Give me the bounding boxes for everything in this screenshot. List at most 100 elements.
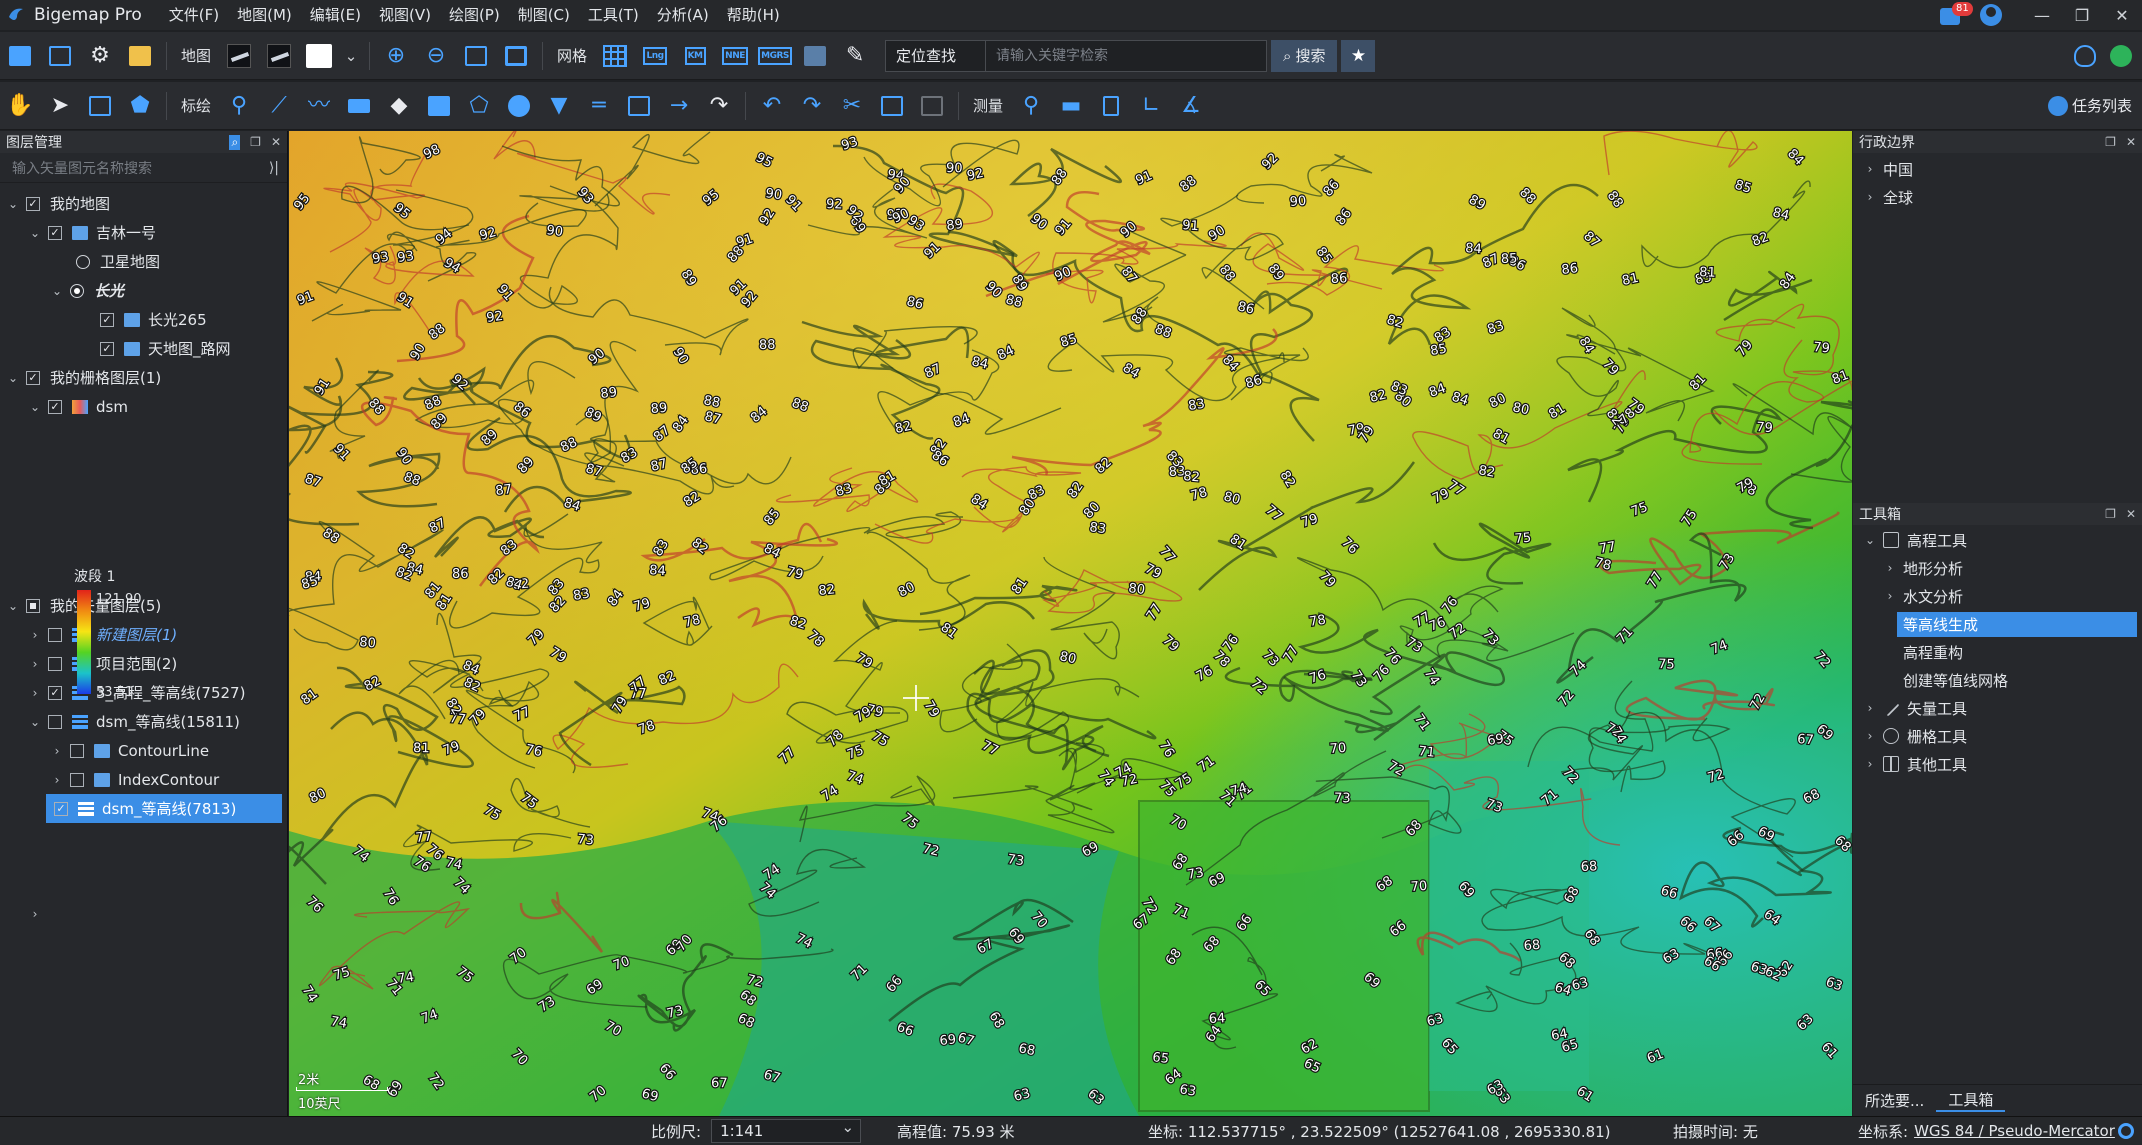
tool-contour-gen[interactable]: 等高线生成 <box>1853 610 2142 638</box>
wechat-icon[interactable] <box>2110 44 2132 67</box>
arrow-icon[interactable]: → <box>664 91 694 121</box>
checkbox[interactable] <box>26 598 40 613</box>
list-icon[interactable] <box>917 91 947 121</box>
checkbox[interactable]: ✓ <box>26 370 40 385</box>
chevron-right-icon[interactable]: › <box>28 686 42 700</box>
nne-grid-icon[interactable]: NNE <box>720 41 750 71</box>
chevron-right-icon[interactable]: › <box>50 773 64 787</box>
chevron-down-icon[interactable]: ⌄ <box>6 197 20 211</box>
chevron-right-icon[interactable]: › <box>28 657 42 671</box>
close-panel-icon[interactable]: ✕ <box>271 135 281 150</box>
measure-azimuth-icon[interactable]: ∡ <box>1176 91 1206 121</box>
checkbox[interactable] <box>48 627 62 642</box>
layer-row-dsm[interactable]: ⌄ ✓ dsm <box>0 392 287 421</box>
eraser-icon[interactable]: ◆ <box>384 91 414 121</box>
tab-toolbox[interactable]: 工具箱 <box>1936 1089 2006 1112</box>
road-line-icon[interactable]: ═ <box>584 91 614 121</box>
radio-button[interactable] <box>70 283 84 298</box>
tool-group-other[interactable]: › 其他工具 <box>1853 750 2142 778</box>
chevron-right-icon[interactable]: › <box>28 628 42 642</box>
polygon-icon[interactable]: ⬠ <box>464 91 494 121</box>
menu-file[interactable]: 文件(F) <box>160 0 228 30</box>
checkbox[interactable] <box>70 743 84 758</box>
open-folder-icon[interactable] <box>5 41 35 71</box>
brush-clear-icon[interactable]: ✎ <box>840 41 870 71</box>
menu-tools[interactable]: 工具(T) <box>579 0 648 30</box>
km-grid-icon[interactable]: KM <box>680 41 710 71</box>
chevron-right-icon[interactable]: › <box>1883 589 1897 603</box>
layer-search-field[interactable]: 输入矢量图元名称搜索 ⟩| <box>0 153 287 183</box>
checkbox[interactable]: ✓ <box>26 196 40 211</box>
restore-button[interactable]: ❐ <box>2062 6 2102 25</box>
chevron-down-icon[interactable]: ⌄ <box>1863 533 1877 547</box>
undo-icon[interactable]: ↶ <box>757 91 787 121</box>
chevron-right-icon[interactable]: › <box>28 907 42 921</box>
close-panel-icon[interactable]: ✕ <box>2126 507 2136 521</box>
redo-icon[interactable]: ↷ <box>797 91 827 121</box>
pan-hand-icon[interactable]: ✋ <box>5 91 35 121</box>
layer-row-dsm-contour-15811[interactable]: ⌄ dsm_等高线(15811) <box>0 707 287 736</box>
keyword-search-input[interactable] <box>986 40 1267 71</box>
curve-arrow-icon[interactable]: ↷ <box>704 91 734 121</box>
settings-gear-icon[interactable] <box>2118 1123 2134 1139</box>
scissors-icon[interactable]: ✂ <box>837 91 867 121</box>
tool-group-raster[interactable]: › 栅格工具 <box>1853 722 2142 750</box>
tool-contour-grid[interactable]: 创建等值线网格 <box>1853 666 2142 694</box>
layer-row-new-layer[interactable]: › 新建图层(1) <box>0 620 287 649</box>
measure-area-icon[interactable] <box>1096 91 1126 121</box>
chevron-down-icon[interactable]: ⌄ <box>28 715 42 729</box>
menu-map[interactable]: 地图(M) <box>228 0 301 30</box>
layer-row-tianditu-road[interactable]: ✓ 天地图_路网 <box>0 334 287 363</box>
node-edit-icon[interactable]: ⬟ <box>125 91 155 121</box>
close-panel-icon[interactable]: ✕ <box>2126 135 2136 149</box>
layer-row-my-map[interactable]: ⌄ ✓ 我的地图 <box>0 189 287 218</box>
layer-row-contour-line[interactable]: › ContourLine <box>0 736 287 765</box>
layer-row-raster-group[interactable]: ⌄ ✓ 我的栅格图层(1) <box>0 363 287 392</box>
select-cursor-icon[interactable]: ➤ <box>45 91 75 121</box>
layer-row-project-range[interactable]: › 项目范围(2) <box>0 649 287 678</box>
chevron-right-icon[interactable]: › <box>1863 757 1877 771</box>
tab-selected-features[interactable]: 所选要... <box>1853 1090 1936 1111</box>
float-panel-icon[interactable]: ❐ <box>2105 507 2116 521</box>
scale-select[interactable]: 1:141 <box>711 1116 862 1143</box>
text-box-icon[interactable] <box>624 91 654 121</box>
tool-group-elevation[interactable]: ⌄ 高程工具 <box>1853 526 2142 554</box>
layer-row-vector-group[interactable]: ⌄ 我的矢量图层(5) <box>0 591 287 620</box>
chevron-down-icon[interactable]: ⌄ <box>28 400 42 414</box>
map-source-white-icon[interactable] <box>304 41 334 71</box>
checkbox[interactable]: ✓ <box>48 399 62 414</box>
chevron-right-icon[interactable]: › <box>50 744 64 758</box>
elevation-map-render[interactable]: 8285768989767276737866847968698890798383… <box>289 131 1852 1116</box>
chevron-right-icon[interactable]: › <box>1863 701 1877 715</box>
freehand-line-icon[interactable]: 〰 <box>304 91 334 121</box>
zoom-in-icon[interactable]: ⊕ <box>381 41 411 71</box>
measure-distance-icon[interactable]: ▬ <box>1056 91 1086 121</box>
lnglat-grid-icon[interactable]: Lng <box>640 41 670 71</box>
chevron-right-icon[interactable]: › <box>1863 190 1877 204</box>
chevron-right-icon[interactable]: › <box>1863 162 1877 176</box>
close-window-button[interactable]: ✕ <box>2102 6 2142 25</box>
tool-hydro-analysis[interactable]: › 水文分析 <box>1853 582 2142 610</box>
image-select-icon[interactable] <box>85 91 115 121</box>
shield-icon[interactable] <box>2074 44 2096 67</box>
float-panel-icon[interactable]: ❐ <box>250 135 261 150</box>
checkbox[interactable] <box>70 772 84 787</box>
checkbox[interactable]: ✓ <box>54 801 68 816</box>
tool-group-vector[interactable]: › 矢量工具 <box>1853 694 2142 722</box>
collapse-icon[interactable]: ⟩| <box>269 160 279 176</box>
chevron-down-icon[interactable]: ⌄ <box>50 284 64 298</box>
favorite-star-icon[interactable]: ★ <box>1341 39 1376 72</box>
user-avatar-icon[interactable] <box>1980 4 2002 26</box>
folder-icon[interactable] <box>800 41 830 71</box>
zoom-extent-icon[interactable] <box>461 41 491 71</box>
layer-row-index-contour[interactable]: › IndexContour <box>0 765 287 794</box>
menu-help[interactable]: 帮助(H) <box>718 0 789 30</box>
locate-mode-select[interactable]: 定位查找 <box>886 40 987 71</box>
tool-elevation-rebuild[interactable]: 高程重构 <box>1853 638 2142 666</box>
checkbox[interactable]: ✓ <box>100 312 114 327</box>
square-icon[interactable] <box>424 91 454 121</box>
menu-analysis[interactable]: 分析(A) <box>648 0 718 30</box>
checkbox[interactable] <box>48 714 62 729</box>
menu-draw[interactable]: 绘图(P) <box>440 0 509 30</box>
map-canvas[interactable]: 82 85 76 89 89 76 72 76 73 78 66 84 79 68 69 88 90 79 83 83… <box>289 131 1852 1116</box>
